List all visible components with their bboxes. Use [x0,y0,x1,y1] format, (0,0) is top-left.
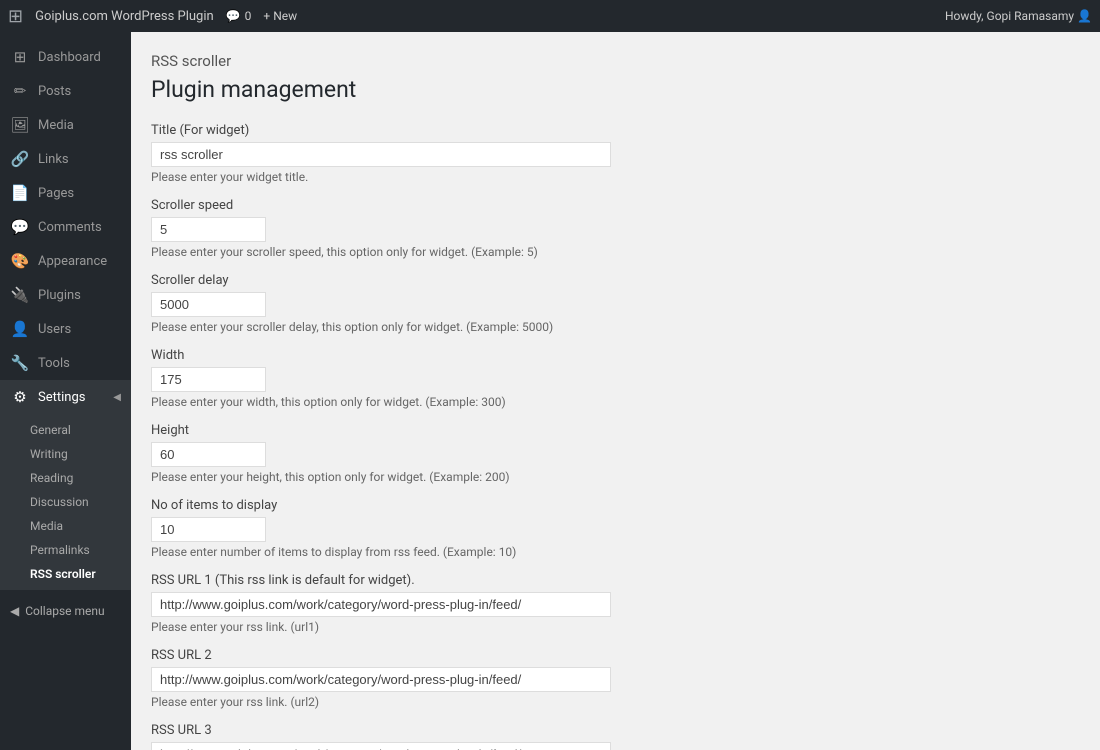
sidebar-item-label: Links [38,152,69,167]
comments-link[interactable]: 💬 0 [226,9,252,23]
sidebar-item-label: Dashboard [38,50,101,65]
sidebar-item-posts[interactable]: ✏ Posts [0,74,131,108]
height-field-group: Height Please enter your height, this op… [151,423,1011,484]
rss1-label: RSS URL 1 (This rss link is default for … [151,573,1011,588]
sidebar-item-label: Users [38,322,71,337]
title-label: Title (For widget) [151,123,1011,138]
user-avatar-icon: 👤 [1077,9,1092,23]
items-help-text: Please enter number of items to display … [151,545,1011,559]
sidebar-item-label: Settings [38,390,85,405]
sidebar-item-dashboard[interactable]: ⊞ Dashboard [0,40,131,74]
posts-icon: ✏ [10,82,30,100]
title-input[interactable] [151,142,611,167]
sidebar-item-label: Pages [38,186,74,201]
comments-sidebar-icon: 💬 [10,218,30,236]
width-field-group: Width Please enter your width, this opti… [151,348,1011,409]
sidebar-item-label: Comments [38,220,102,235]
rss1-field-group: RSS URL 1 (This rss link is default for … [151,573,1011,634]
page-title: Plugin management [151,76,1011,103]
height-label: Height [151,423,1011,438]
comments-count: 0 [245,9,252,23]
submenu-item-writing[interactable]: Writing [0,442,131,466]
submenu-item-general[interactable]: General [0,418,131,442]
collapse-icon: ◀ [10,604,19,618]
sidebar-item-users[interactable]: 👤 Users [0,312,131,346]
users-icon: 👤 [10,320,30,338]
settings-icon: ⚙ [10,388,30,406]
links-icon: 🔗 [10,150,30,168]
speed-help-text: Please enter your scroller speed, this o… [151,245,1011,259]
speed-input[interactable] [151,217,266,242]
sidebar-item-links[interactable]: 🔗 Links [0,142,131,176]
dashboard-icon: ⊞ [10,48,30,66]
sidebar-item-label: Tools [38,356,70,371]
sidebar-item-settings[interactable]: ⚙ Settings ◀ [0,380,131,414]
submenu-item-reading[interactable]: Reading [0,466,131,490]
delay-label: Scroller delay [151,273,1011,288]
width-input[interactable] [151,367,266,392]
sidebar-item-pages[interactable]: 📄 Pages [0,176,131,210]
admin-bar: ⊞ Goiplus.com WordPress Plugin 💬 0 + New… [0,0,1100,32]
speed-field-group: Scroller speed Please enter your scrolle… [151,198,1011,259]
items-input[interactable] [151,517,266,542]
admin-sidebar: ⊞ Dashboard ✏ Posts 🖼 Media 🔗 Links 📄 Pa… [0,32,131,750]
speed-label: Scroller speed [151,198,1011,213]
submenu-item-discussion[interactable]: Discussion [0,490,131,514]
comments-icon: 💬 [226,9,241,23]
plugins-icon: 🔌 [10,286,30,304]
sidebar-item-label: Plugins [38,288,81,303]
sidebar-item-label: Media [38,118,74,133]
new-content-link[interactable]: + New [263,9,297,23]
title-help-text: Please enter your widget title. [151,170,1011,184]
site-name[interactable]: Goiplus.com WordPress Plugin [35,9,214,24]
sidebar-item-plugins[interactable]: 🔌 Plugins [0,278,131,312]
items-label: No of items to display [151,498,1011,513]
sidebar-item-comments[interactable]: 💬 Comments [0,210,131,244]
rss3-label: RSS URL 3 [151,723,1011,738]
rss2-help-text: Please enter your rss link. (url2) [151,695,1011,709]
collapse-label: Collapse menu [25,604,104,618]
rss2-field-group: RSS URL 2 Please enter your rss link. (u… [151,648,1011,709]
rss3-input[interactable] [151,742,611,750]
items-field-group: No of items to display Please enter numb… [151,498,1011,559]
tools-icon: 🔧 [10,354,30,372]
sidebar-item-label: Appearance [38,254,107,269]
sidebar-item-appearance[interactable]: 🎨 Appearance [0,244,131,278]
user-greeting[interactable]: Howdy, Gopi Ramasamy 👤 [945,9,1092,23]
delay-input[interactable] [151,292,266,317]
rss3-field-group: RSS URL 3 Please enter your rss link (ur… [151,723,1011,750]
height-help-text: Please enter your height, this option on… [151,470,1011,484]
appearance-icon: 🎨 [10,252,30,270]
chevron-right-icon: ◀ [113,392,121,403]
pages-icon: 📄 [10,184,30,202]
sidebar-item-tools[interactable]: 🔧 Tools [0,346,131,380]
width-help-text: Please enter your width, this option onl… [151,395,1011,409]
page-heading: RSS scroller [151,52,1011,70]
main-content: RSS scroller Plugin management Title (Fo… [131,32,1100,750]
width-label: Width [151,348,1011,363]
rss2-label: RSS URL 2 [151,648,1011,663]
wp-logo-icon[interactable]: ⊞ [8,6,23,27]
submenu-item-permalinks[interactable]: Permalinks [0,538,131,562]
media-icon: 🖼 [10,116,30,134]
rss1-input[interactable] [151,592,611,617]
collapse-menu-button[interactable]: ◀ Collapse menu [0,594,131,628]
title-field-group: Title (For widget) Please enter your wid… [151,123,1011,184]
submenu-item-media[interactable]: Media [0,514,131,538]
rss1-help-text: Please enter your rss link. (url1) [151,620,1011,634]
delay-help-text: Please enter your scroller delay, this o… [151,320,1011,334]
sidebar-item-media[interactable]: 🖼 Media [0,108,131,142]
height-input[interactable] [151,442,266,467]
delay-field-group: Scroller delay Please enter your scrolle… [151,273,1011,334]
submenu-item-rss-scroller[interactable]: RSS scroller [0,562,131,586]
rss2-input[interactable] [151,667,611,692]
settings-submenu: General Writing Reading Discussion Media… [0,414,131,590]
sidebar-item-label: Posts [38,84,71,99]
